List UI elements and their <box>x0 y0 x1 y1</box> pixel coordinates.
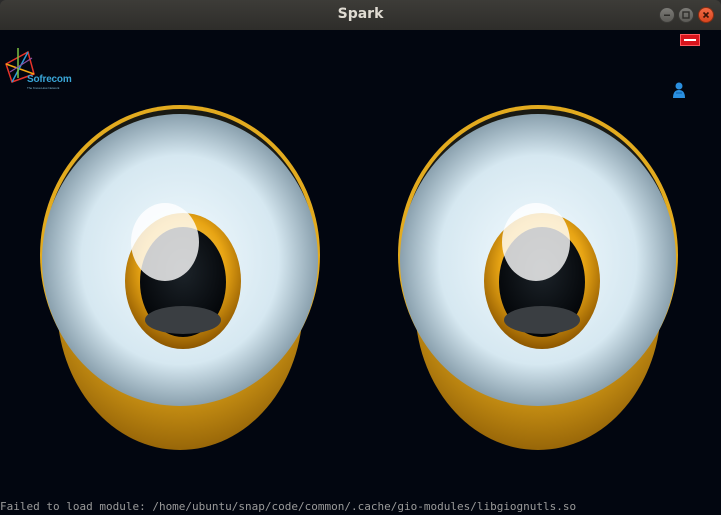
terminal-output: Failed to load module: /home/ubuntu/snap… <box>0 500 577 513</box>
left-eye <box>40 105 320 450</box>
close-button[interactable] <box>698 7 714 23</box>
right-eye <box>398 105 678 450</box>
eyes-graphic <box>40 105 678 450</box>
maximize-icon <box>682 11 690 19</box>
logo-tagline: The Know-How Network <box>27 86 60 90</box>
app-canvas[interactable]: Sofrecom The Know-How Network Failed to … <box>0 30 721 515</box>
minimize-icon <box>664 14 670 16</box>
window-title: Spark <box>337 6 384 22</box>
logo-name: Sofrecom <box>27 74 72 85</box>
minus-button[interactable] <box>680 34 700 46</box>
close-icon <box>702 11 710 19</box>
minimize-button[interactable] <box>659 7 675 23</box>
window-titlebar[interactable]: Spark <box>0 0 721 30</box>
minus-icon <box>684 39 696 41</box>
maximize-button[interactable] <box>678 7 694 23</box>
user-icon[interactable] <box>672 81 686 99</box>
